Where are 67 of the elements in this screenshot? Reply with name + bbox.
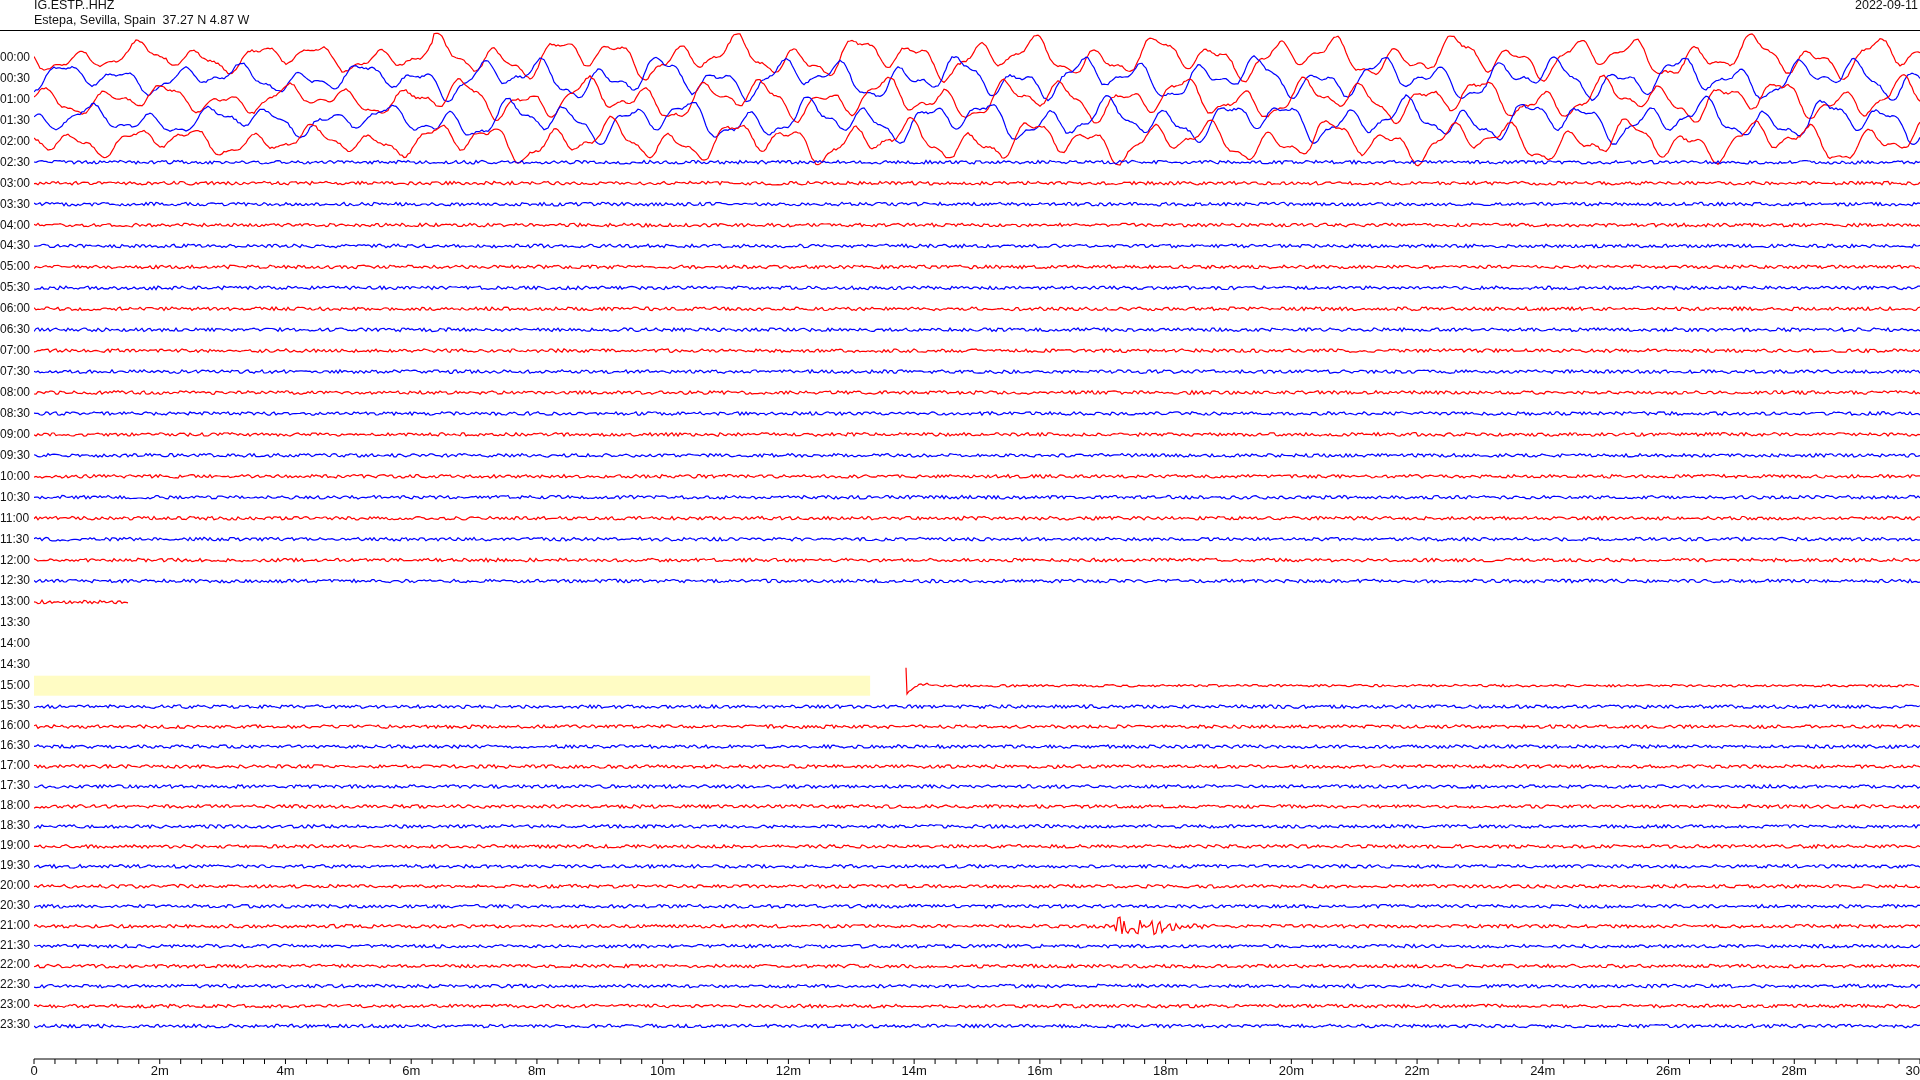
row-time-label: 17:00: [0, 756, 32, 774]
row-time-label: 05:00: [0, 258, 32, 276]
row-time-label: 23:00: [0, 996, 32, 1014]
row-time-label: 07:00: [0, 342, 32, 360]
row-time-label: 07:30: [0, 363, 32, 381]
axis-tick-label: 24m: [1530, 1063, 1556, 1078]
row-time-label: 01:00: [0, 90, 32, 108]
row-time-label: 10:30: [0, 488, 32, 506]
row-time-label: 20:00: [0, 876, 32, 894]
row-time-label: 04:00: [0, 216, 32, 234]
axis-tick-label: 22m: [1404, 1063, 1430, 1078]
row-time-label: 06:00: [0, 300, 32, 318]
trace-date: 2022-09-11: [1855, 0, 1919, 14]
row-time-label: 15:30: [0, 697, 32, 715]
row-time-label: 16:30: [0, 736, 32, 754]
axis-tick-label: 6m: [402, 1063, 421, 1078]
row-time-label: 12:00: [0, 551, 32, 569]
row-time-label: 19:30: [0, 856, 32, 874]
station-code: IG.ESTP..HHZ: [34, 0, 116, 12]
row-time-label: 22:30: [0, 976, 32, 994]
row-time-label: 09:00: [0, 425, 32, 443]
row-time-label: 21:00: [0, 916, 32, 934]
row-time-label: 02:30: [0, 153, 32, 171]
axis-tick-label: 16m: [1027, 1063, 1053, 1078]
axis-tick-label: 2m: [150, 1063, 169, 1078]
row-time-label: 22:00: [0, 956, 32, 974]
row-time-label: 00:30: [0, 69, 32, 87]
axis-tick-label: 10m: [650, 1063, 676, 1078]
row-time-label: 11:30: [0, 530, 31, 548]
row-time-label: 00:00: [0, 49, 32, 66]
row-time-label: 20:30: [0, 896, 32, 914]
row-time-label: 13:00: [0, 593, 32, 611]
row-time-label: 23:30: [0, 1016, 32, 1034]
row-time-label: 15:00: [0, 677, 32, 695]
row-time-label: 16:00: [0, 717, 32, 734]
axis-tick-label: 18m: [1152, 1063, 1179, 1078]
row-time-label: 05:30: [0, 279, 32, 297]
row-time-label: 09:30: [0, 446, 32, 464]
axis-tick-label: 26m: [1655, 1063, 1682, 1078]
axis-tick-label: 14m: [901, 1063, 927, 1078]
row-time-label: 12:30: [0, 572, 32, 590]
axis-tick-label: 8m: [527, 1063, 546, 1078]
row-time-label: 10:00: [0, 467, 32, 485]
row-time-label: 18:00: [0, 796, 32, 814]
station-location: Estepa, Sevilla, Spain 37.27 N 4.87 W: [34, 14, 250, 27]
row-time-label: 02:00: [0, 132, 32, 150]
row-time-label: 08:00: [0, 384, 32, 401]
axis-tick-label: 20m: [1278, 1063, 1304, 1078]
row-time-label: 14:00: [0, 635, 32, 653]
axis-tick-label: 28m: [1781, 1063, 1807, 1078]
row-time-label: 14:30: [0, 656, 32, 674]
row-time-label: 18:30: [0, 816, 32, 834]
row-time-label: 01:30: [0, 111, 32, 129]
row-time-label: 06:30: [0, 321, 32, 339]
row-time-label: 17:30: [0, 776, 32, 794]
axis-tick-label: 4m: [276, 1063, 295, 1078]
row-time-label: 08:30: [0, 404, 32, 422]
row-time-label: 13:30: [0, 614, 32, 632]
axis-tick-label: 12m: [775, 1063, 802, 1078]
row-time-label: 21:30: [0, 936, 32, 954]
row-time-label: 03:30: [0, 195, 32, 213]
row-time-label: 04:30: [0, 237, 32, 255]
row-time-label: 03:00: [0, 174, 32, 192]
row-time-label: 11:00: [0, 509, 31, 527]
axis-tick-label: 0: [30, 1063, 38, 1078]
axis-tick-label: 30: [1905, 1063, 1920, 1078]
row-time-label: 19:00: [0, 836, 32, 854]
